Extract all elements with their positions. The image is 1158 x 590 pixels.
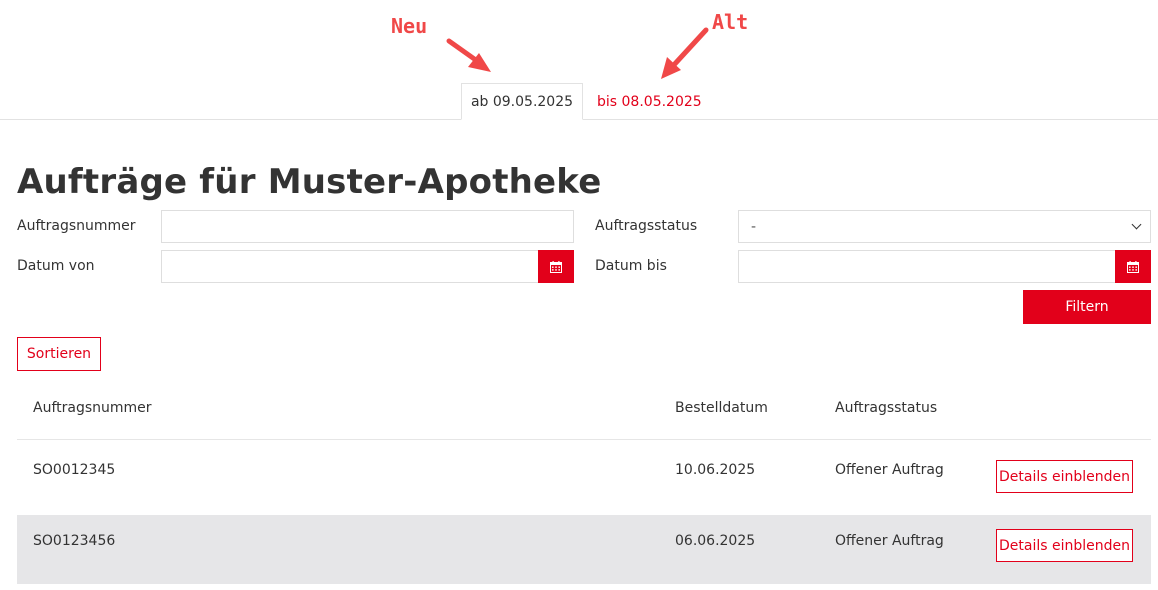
date-from-input[interactable] xyxy=(161,250,539,283)
order-number-cell: SO0012345 xyxy=(33,462,116,478)
order-date-cell: 06.06.2025 xyxy=(675,533,756,549)
date-from-picker-button[interactable] xyxy=(538,250,574,283)
order-status-cell: Offener Auftrag xyxy=(835,462,944,478)
arrow-neu-icon xyxy=(446,38,491,72)
column-header-order-date: Bestelldatum xyxy=(675,400,768,416)
table-row: SO0123456 06.06.2025 Offener Auftrag Det… xyxy=(17,515,1151,584)
order-status-select[interactable]: - xyxy=(738,210,1151,243)
date-to-input[interactable] xyxy=(738,250,1116,283)
annotation-neu: Neu xyxy=(391,14,428,38)
table-header-divider xyxy=(17,439,1151,440)
chevron-down-icon xyxy=(1131,219,1142,230)
order-status-label: Auftragsstatus xyxy=(595,218,698,234)
sort-button[interactable]: Sortieren xyxy=(17,337,101,371)
order-number-input[interactable] xyxy=(161,210,574,243)
show-details-button[interactable]: Details einblenden xyxy=(996,460,1133,493)
calendar-icon xyxy=(550,260,562,273)
order-date-cell: 10.06.2025 xyxy=(675,462,756,478)
column-header-order-number: Auftragsnummer xyxy=(33,400,152,416)
date-to-label: Datum bis xyxy=(595,258,667,274)
calendar-icon xyxy=(1127,260,1139,273)
page-title: Aufträge für Muster-Apotheke xyxy=(17,162,602,202)
column-header-order-status: Auftragsstatus xyxy=(835,400,938,416)
show-details-button[interactable]: Details einblenden xyxy=(996,529,1133,562)
tab-ab-09-05-2025[interactable]: ab 09.05.2025 xyxy=(461,83,583,120)
order-status-value: - xyxy=(751,218,757,235)
annotation-alt: Alt xyxy=(712,10,749,34)
arrow-alt-icon xyxy=(661,27,709,79)
table-row: SO0012345 10.06.2025 Offener Auftrag Det… xyxy=(17,441,1151,510)
order-number-label: Auftragsnummer xyxy=(17,218,136,234)
order-status-cell: Offener Auftrag xyxy=(835,533,944,549)
date-from-label: Datum von xyxy=(17,258,95,274)
order-number-cell: SO0123456 xyxy=(33,533,116,549)
filter-button[interactable]: Filtern xyxy=(1023,290,1151,324)
tab-bis-08-05-2025[interactable]: bis 08.05.2025 xyxy=(597,83,702,120)
date-to-picker-button[interactable] xyxy=(1115,250,1151,283)
